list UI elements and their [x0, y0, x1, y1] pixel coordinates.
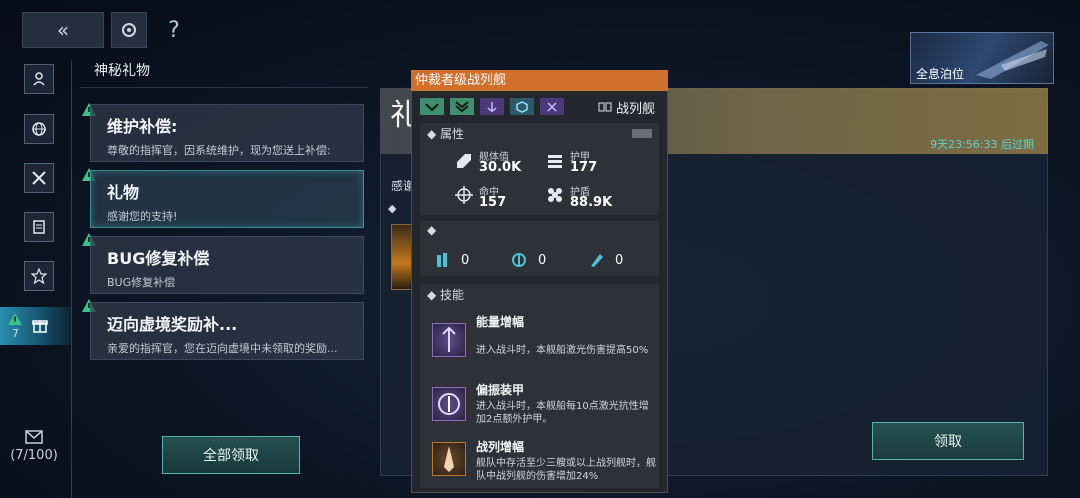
toggle-switch[interactable]	[632, 129, 652, 138]
list-item-subtitle: BUG修复补偿	[107, 276, 176, 289]
sidebar-item-profile[interactable]	[24, 64, 54, 94]
list-item-selected[interactable]: 礼物 感谢您的支持!	[90, 170, 364, 228]
double-chevron-left-icon: «	[56, 18, 70, 42]
list-item-title: 维护补偿:	[107, 117, 178, 136]
list-item-subtitle: 尊敬的指挥官，因系统维护，现为您送上补偿:	[107, 144, 331, 157]
skill-desc: 进入战斗时，本舰船每10点激光抗性增加2点额外护甲。	[476, 401, 649, 425]
diamond-icon: ◆	[388, 202, 397, 215]
stat-value: 157	[479, 195, 507, 210]
gift-badge-count: 7	[12, 327, 19, 340]
skills-header: ◆ 技能	[427, 288, 465, 302]
tooltip-title: 仲裁者级战列舰	[411, 70, 668, 91]
warning-icon	[8, 313, 22, 325]
claim-all-button[interactable]: 全部领取	[162, 436, 300, 474]
claim-button[interactable]: 领取	[872, 422, 1024, 460]
list-item[interactable]: BUG修复补偿 BUG修复补偿	[90, 236, 364, 294]
list-item[interactable]: 维护补偿: 尊敬的指挥官，因系统维护，现为您送上补偿:	[90, 104, 364, 162]
gift-icon	[32, 320, 48, 333]
anchor-icon	[480, 98, 504, 115]
cross-icon	[540, 98, 564, 115]
holo-berth-label: 全息泊位	[916, 67, 965, 81]
divider	[80, 87, 368, 88]
globe-icon	[32, 122, 46, 136]
missile-resist-icon	[591, 254, 603, 267]
resist-value: 0	[615, 253, 624, 268]
list-item-title: 礼物	[107, 183, 140, 202]
expire-countdown: 9天23:56:33 后过期	[930, 138, 1034, 151]
star-icon	[31, 268, 47, 284]
skill-name: 战列增幅	[476, 440, 525, 454]
document-icon	[33, 220, 45, 234]
line-boost-skill-icon	[432, 442, 466, 476]
stat-value: 30.0K	[479, 160, 522, 175]
resist-value: 0	[538, 253, 547, 268]
attributes-header: ◆ 属性	[427, 127, 465, 141]
resist-value: 0	[461, 253, 470, 268]
user-icon	[33, 72, 45, 86]
ship-type-label: 战列舰	[616, 102, 656, 117]
stat-value: 177	[570, 160, 598, 175]
list-item-subtitle: 感谢您的支持!	[107, 210, 178, 223]
skill-desc: 进入战斗时，本舰船激光伤害提高50%	[476, 345, 649, 356]
crosshair-icon	[455, 186, 473, 204]
sidebar-item-battle[interactable]	[24, 163, 54, 193]
sidebar-item-world[interactable]	[24, 114, 54, 144]
armor-icon	[548, 155, 562, 168]
sidebar-item-favorites[interactable]	[24, 261, 54, 291]
hull-icon	[457, 154, 471, 168]
settings-button[interactable]	[111, 12, 147, 48]
gear-icon	[122, 23, 136, 37]
battleship-class-icon	[598, 102, 612, 112]
skill-name: 偏振装甲	[476, 383, 525, 397]
energy-resist-icon	[512, 253, 526, 267]
kinetic-resist-icon	[437, 253, 447, 267]
list-item-subtitle: 亲爱的指挥官，您在迈向虚境中未领取的奖励...	[107, 342, 338, 355]
skill-desc: 舰队中存活至少三艘或以上战列舰时，舰队中战列舰的伤害增加24%	[476, 458, 656, 482]
list-item-title: BUG修复补偿	[107, 249, 210, 268]
swords-icon	[32, 171, 46, 185]
mail-icon	[25, 430, 43, 444]
hex-icon	[510, 98, 534, 115]
mail-count-label: (7/100)	[10, 448, 58, 463]
sidebar-item-gifts[interactable]: 7	[0, 307, 72, 345]
energy-boost-skill-icon	[432, 323, 466, 357]
skill-name: 能量增幅	[476, 315, 525, 329]
resists-header: ◆	[427, 223, 437, 237]
chevron-rank-icon	[420, 98, 444, 115]
ship-icon	[976, 41, 1049, 79]
polarized-armor-skill-icon	[432, 387, 466, 421]
shield-icon	[548, 188, 562, 202]
ship-badges	[420, 98, 564, 115]
reward-item-thumb[interactable]	[391, 224, 413, 290]
list-title: 神秘礼物	[94, 63, 150, 79]
list-item[interactable]: 迈向虚境奖励补... 亲爱的指挥官，您在迈向虚境中未领取的奖励...	[90, 302, 364, 360]
stat-value: 88.9K	[570, 195, 613, 210]
mail-counter[interactable]: (7/100)	[8, 430, 60, 463]
sidebar-item-notes[interactable]	[24, 212, 54, 242]
double-chevron-rank-icon	[450, 98, 474, 115]
list-item-title: 迈向虚境奖励补...	[107, 315, 238, 334]
help-button[interactable]: ?	[160, 14, 188, 46]
back-button[interactable]: «	[22, 12, 104, 48]
